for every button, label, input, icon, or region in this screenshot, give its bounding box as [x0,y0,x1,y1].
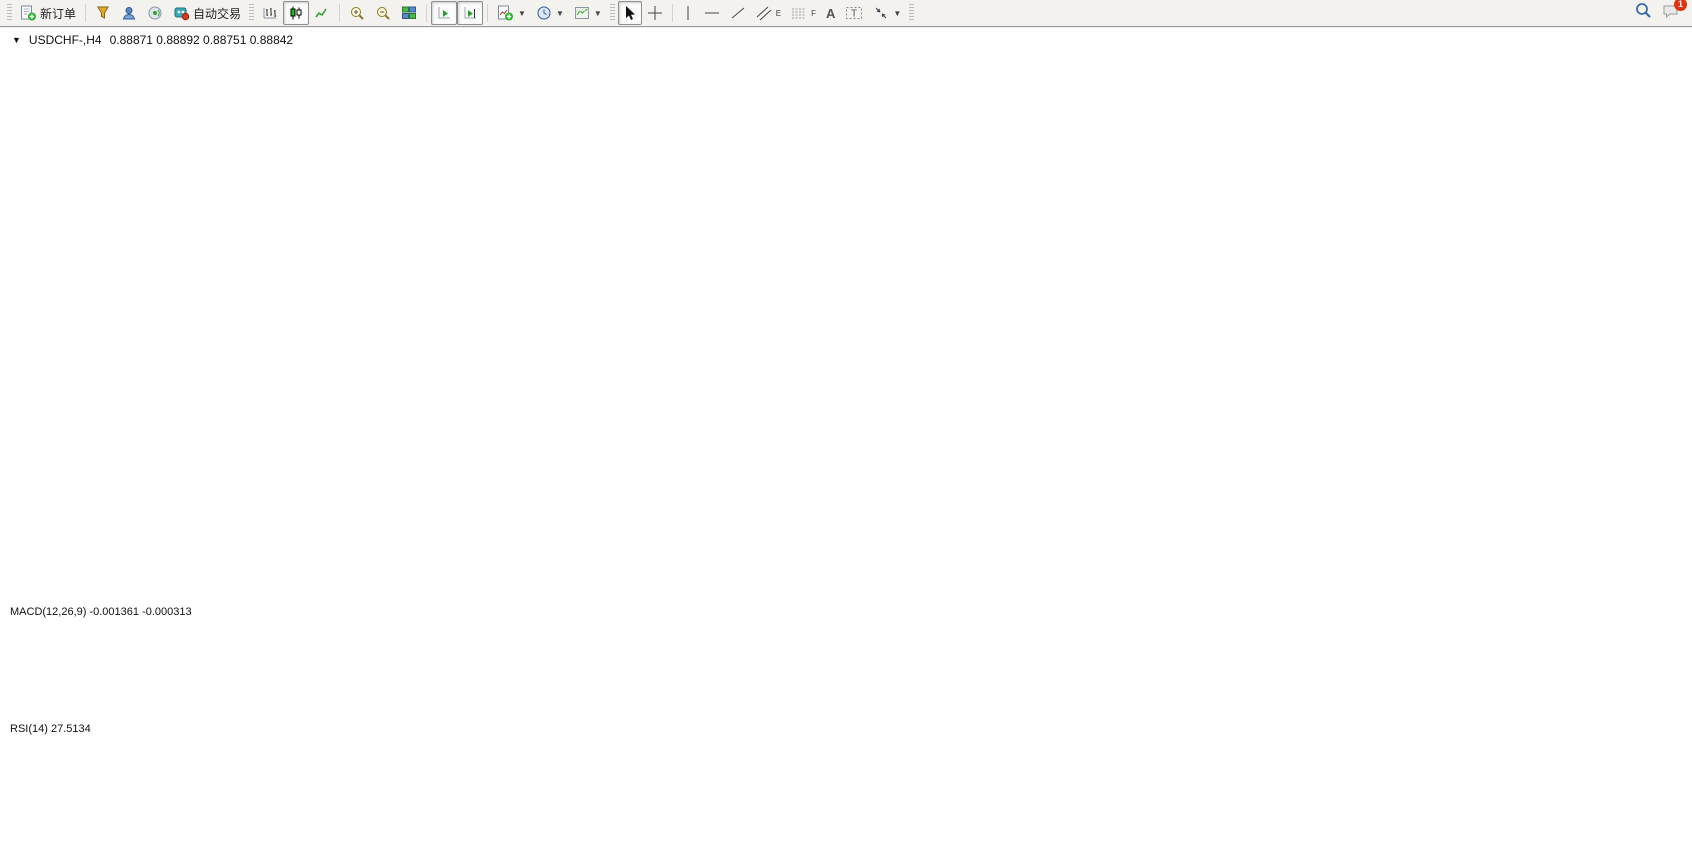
vertical-line-icon [682,5,694,21]
line-chart-button[interactable] [309,1,335,25]
auto-scroll-icon [436,5,452,21]
channel-tool-button[interactable]: E [751,1,786,25]
arrows-tool-button[interactable]: ▼ [868,1,906,25]
bar-chart-icon [262,5,278,21]
tile-windows-button[interactable] [396,1,422,25]
crosshair-tool-button[interactable] [642,1,668,25]
cursor-tool-button[interactable] [618,1,642,25]
chart-shift-icon [462,5,478,21]
macd-label: MACD(12,26,9) -0.001361 -0.000313 [10,606,192,618]
trendline-tool-button[interactable] [725,1,751,25]
zoom-out-button[interactable] [370,1,396,25]
vline-tool-button[interactable] [677,1,699,25]
arrows-icon [873,5,889,21]
chart-area[interactable]: ▼ USDCHF-,H4 0.88871 0.88892 0.88751 0.8… [0,28,1692,850]
trendline-icon [730,5,746,21]
label-tool-button[interactable]: T [840,1,868,25]
chart-dropdown-icon[interactable]: ▼ [12,35,21,45]
new-order-icon [20,5,37,21]
fibo-tag: F [811,9,816,18]
chart-symbol-period: USDCHF-,H4 [29,33,102,47]
zoom-in-button[interactable] [344,1,370,25]
profile-icon [121,5,137,21]
chart-shift-button[interactable] [457,1,483,25]
candlestick-icon [288,5,304,21]
auto-scroll-button[interactable] [431,1,457,25]
hline-tool-button[interactable] [699,1,725,25]
text-tool-icon: A [826,6,835,21]
text-tool-button[interactable]: A [821,1,840,25]
indicators-icon [497,5,514,21]
toolbar-grip [7,4,12,22]
cursor-icon [623,5,637,21]
tile-windows-icon [401,5,417,21]
svg-text:T: T [851,9,857,20]
fibonacci-icon [791,5,808,21]
auto-trading-label: 自动交易 [193,5,241,22]
horizontal-line-icon [704,5,720,21]
mt4-window: 新订单 自动交易 [0,0,1692,850]
indicators-caret: ▼ [518,9,526,18]
search-icon[interactable] [1635,2,1652,24]
chart-ohlc-values: 0.88871 0.88892 0.88751 0.88842 [110,33,294,47]
funnel-icon [95,5,111,21]
auto-trading-icon [173,5,190,21]
fibonacci-tool-button[interactable]: F [786,1,821,25]
channel-tag: E [776,9,781,18]
periods-button[interactable]: ▼ [531,1,569,25]
chart-title: ▼ USDCHF-,H4 0.88871 0.88892 0.88751 0.8… [12,33,293,47]
toolbar: 新订单 自动交易 [0,0,1692,27]
radar-icon [147,5,163,21]
new-order-label: 新订单 [40,5,76,22]
text-label-icon: T [845,5,863,21]
notifications-button[interactable]: 1 [1662,3,1680,24]
equidistant-channel-icon [756,5,773,21]
new-order-button[interactable]: 新订单 [15,1,81,25]
notification-badge: 1 [1674,0,1687,11]
rsi-label: RSI(14) 27.5134 [10,723,91,735]
auto-trading-button[interactable]: 自动交易 [168,1,246,25]
profile-button[interactable] [116,1,142,25]
signal-button[interactable] [142,1,168,25]
chart-canvas[interactable] [0,28,1692,850]
templates-button[interactable]: ▼ [569,1,607,25]
line-chart-icon [314,5,330,21]
zoom-in-icon [349,5,365,21]
crosshair-icon [647,5,663,21]
bar-chart-button[interactable] [257,1,283,25]
indicators-button[interactable]: ▼ [492,1,531,25]
template-icon [574,5,590,21]
clock-icon [536,5,552,21]
market-watch-button[interactable] [90,1,116,25]
candlestick-chart-button[interactable] [283,1,309,25]
zoom-out-icon [375,5,391,21]
